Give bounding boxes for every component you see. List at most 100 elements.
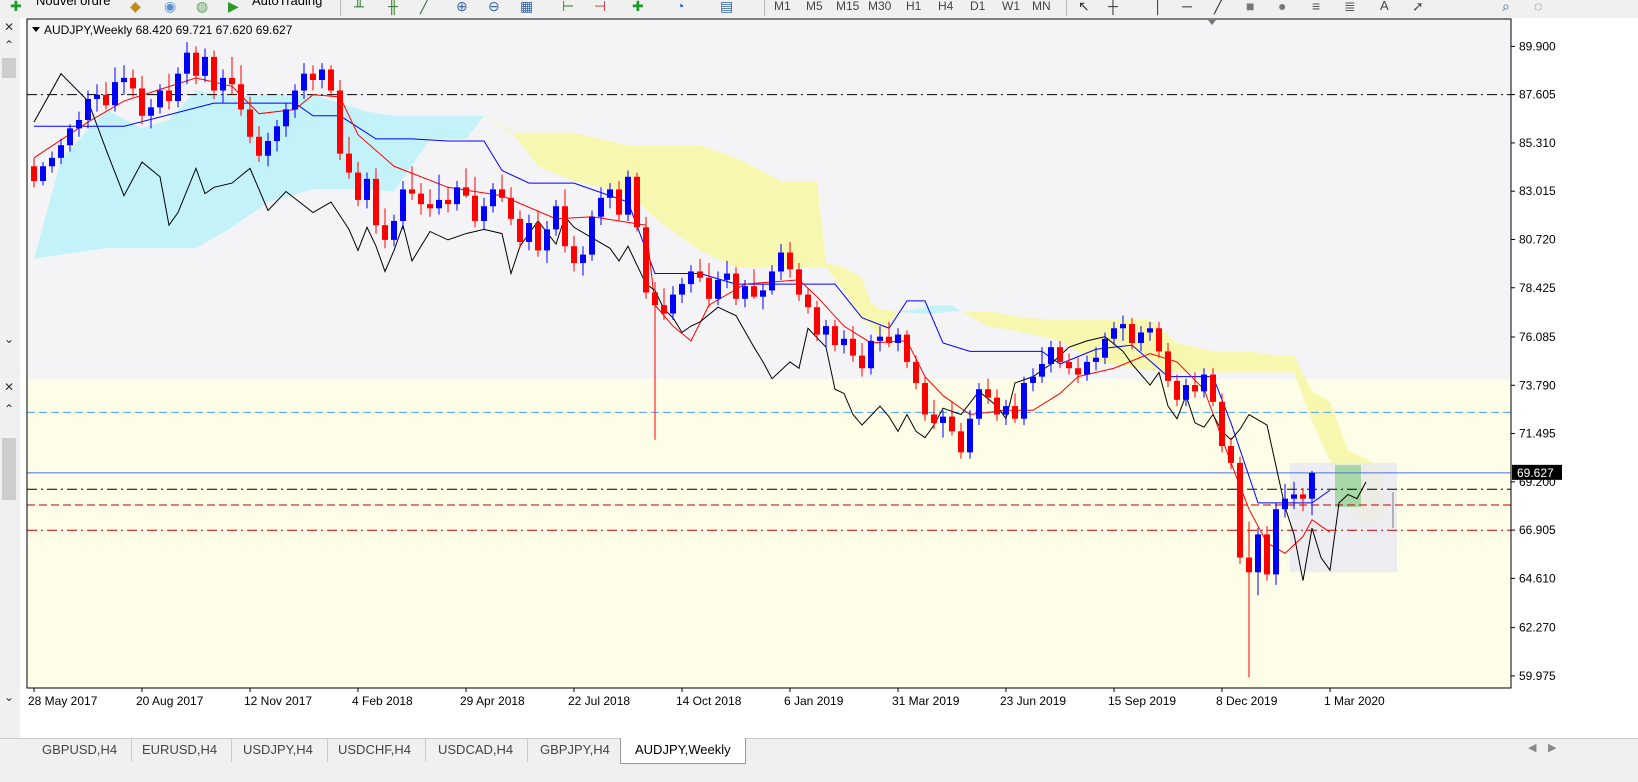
candle-bearish [1246,557,1252,573]
cursor-icon[interactable]: ↖ [1078,0,1090,14]
scroll-thumb[interactable] [2,438,16,500]
tab-gbpusd-h4[interactable]: GBPUSD,H4 [28,738,133,762]
tab-scroll-left-icon[interactable]: ◀ [1528,741,1536,754]
date-tick-label: 31 Mar 2019 [892,694,960,708]
price-tick-label: 64.610 [1519,571,1556,585]
candle-bearish [1264,534,1270,575]
candle-bullish [778,252,784,272]
candle-chart-icon[interactable]: ╫ [388,0,398,14]
timeframe-m15[interactable]: M15 [836,0,859,12]
line-chart-icon[interactable]: ╱ [420,0,428,14]
tab-usdcad-h4[interactable]: USDCAD,H4 [424,738,529,762]
globe-icon[interactable]: ◍ [196,0,208,14]
horizontal-line-icon[interactable]: ─ [1182,0,1192,14]
candle-bullish [1102,338,1108,358]
chevron-up-icon[interactable]: ⌃ [4,402,14,416]
timeframe-h4[interactable]: H4 [938,0,953,12]
candle-bullish [40,166,46,181]
market-watch-icon[interactable]: ◆ [130,0,141,14]
tab-scroll-right-icon[interactable]: ▶ [1548,741,1556,754]
candle-bearish [1228,446,1234,463]
new-order-icon[interactable]: ✚ [10,0,22,14]
scroll-thumb[interactable] [2,58,16,78]
candle-bullish [1030,376,1036,383]
price-chart[interactable]: 89.900 87.605 85.310 83.015 80.720 78.425 76.0… [20,18,1638,738]
autotrading-button[interactable]: AutoTrading [252,0,322,13]
price-tick-label: 87.605 [1519,88,1556,102]
bar-chart-icon[interactable]: ╨ [354,0,364,14]
candle-bullish [580,254,586,264]
zoom-out-icon[interactable]: ⊖ [488,0,500,14]
candle-bullish [490,189,496,207]
templates-icon[interactable]: ▤ [720,0,733,14]
periods-icon[interactable]: ◔ [676,0,684,14]
tab-audjpy-weekly[interactable]: AUDJPY,Weekly [620,738,746,764]
signals-icon[interactable]: ◉ [164,0,176,14]
price-tick-label: 85.310 [1519,136,1556,150]
timeframe-m5[interactable]: M5 [806,0,823,12]
new-order-button[interactable]: Nouvel ordre [36,0,110,13]
candle-bearish [1237,462,1243,558]
candle-bearish [139,88,145,116]
price-tick-label: 83.015 [1519,184,1556,198]
candle-bearish [886,336,892,343]
chart-shift-icon[interactable]: ⊣ [594,0,606,14]
date-tick-label: 22 Jul 2018 [568,694,630,708]
ellipse-icon[interactable]: ● [1278,0,1286,14]
speech-icon[interactable]: ◌ [1534,0,1542,14]
tab-gbpjpy-h4[interactable]: GBPJPY,H4 [526,738,625,762]
candle-bullish [220,77,226,91]
chevron-down-icon[interactable]: ⌄ [4,332,14,346]
timeframe-w1[interactable]: W1 [1002,0,1020,12]
toolbar-separator [340,0,341,16]
crosshair-icon[interactable]: ┼ [1108,0,1118,14]
candle-bearish [859,355,865,369]
close-icon[interactable]: ✕ [4,20,14,34]
timeframe-m1[interactable]: M1 [774,0,791,12]
candle-bullish [49,157,55,167]
candle-bullish [67,128,73,146]
candle-bearish [1066,361,1072,369]
candle-bearish [643,227,649,293]
scroll-chart-icon[interactable]: ⊢ [562,0,574,14]
highlight-box [1335,465,1361,508]
chart-window[interactable]: 89.900 87.605 85.310 83.015 80.720 78.425 76.0… [20,18,1638,738]
candle-bullish [148,107,154,116]
tab-usdchf-h4[interactable]: USDCHF,H4 [324,738,426,762]
candle-bearish [1057,347,1063,362]
fibonacci-icon[interactable]: ≡ [1312,0,1320,14]
close-icon[interactable]: ✕ [4,380,14,394]
timeframe-mn[interactable]: MN [1032,0,1051,12]
candle-bearish [508,197,514,219]
candle-bearish [229,77,235,85]
tab-eurusd-h4[interactable]: EURUSD,H4 [128,738,233,762]
candle-bearish [733,273,739,299]
candle-bearish [1219,401,1225,447]
candle-bearish [166,90,172,102]
text-tool-button[interactable]: A [1380,0,1389,12]
chevron-up-icon[interactable]: ⌃ [4,38,14,52]
zoom-in-icon[interactable]: ⊕ [456,0,468,14]
timeframe-d1[interactable]: D1 [970,0,985,12]
candle-bearish [103,94,109,106]
tab-usdjpy-h4[interactable]: USDJPY,H4 [229,738,328,762]
candle-bearish [409,189,415,194]
candle-bullish [553,206,559,230]
fibo-fan-icon[interactable]: ≣ [1344,0,1356,14]
autotrading-icon[interactable]: ▶ [228,0,239,14]
rectangle-icon[interactable]: ■ [1246,0,1254,14]
tile-windows-icon[interactable]: ▦ [520,0,533,14]
indicators-icon[interactable]: ✚ [632,0,644,14]
timeframe-m30[interactable]: M30 [868,0,891,12]
candle-bearish [814,307,820,335]
chevron-down-icon[interactable]: ⌄ [4,690,14,704]
candle-bearish [472,195,478,221]
arrows-icon[interactable]: ➚ [1412,0,1424,14]
search-icon[interactable]: ⌕ [1502,0,1510,14]
candle-bullish [283,109,289,127]
vertical-line-icon[interactable]: │ [1154,0,1163,14]
trendline-icon[interactable]: ╱ [1214,0,1222,14]
candle-bullish [1084,361,1090,375]
timeframe-h1[interactable]: H1 [906,0,921,12]
candle-bearish [616,189,622,215]
